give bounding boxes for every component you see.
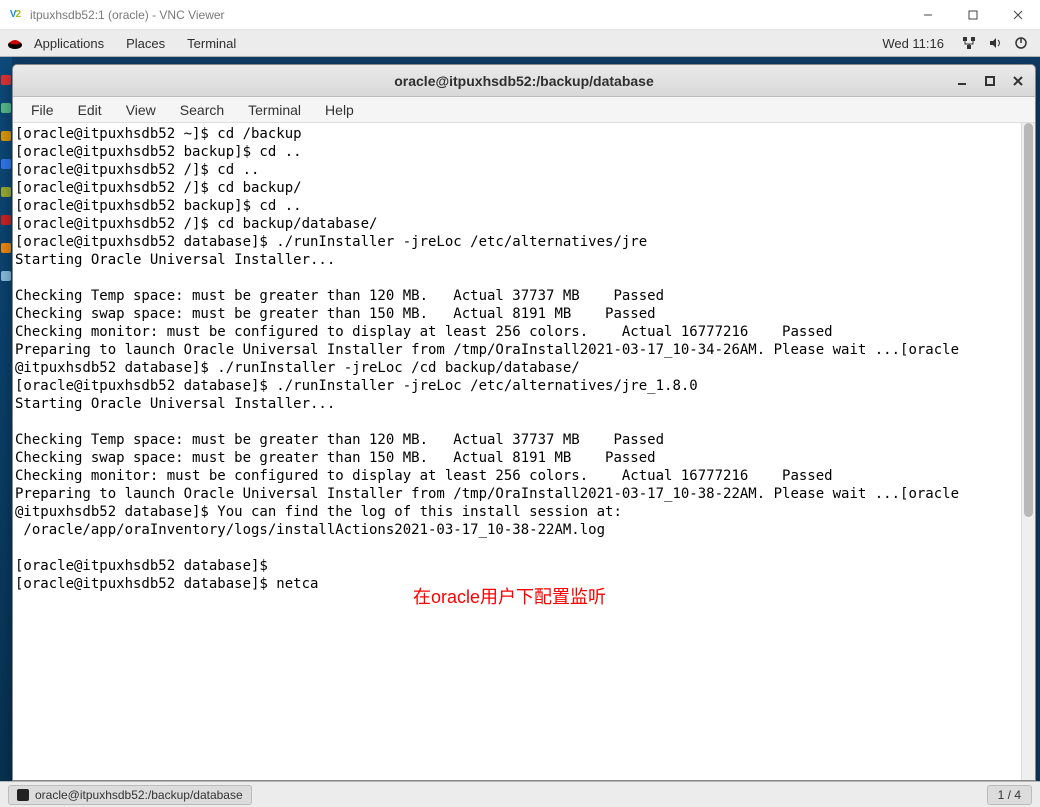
menu-terminal[interactable]: Terminal bbox=[187, 36, 236, 51]
vnc-window-title: itpuxhsdb52:1 (oracle) - VNC Viewer bbox=[30, 8, 225, 22]
vnc-maximize-button[interactable] bbox=[950, 0, 995, 30]
linux-desktop: Applications Places Terminal Wed 11:16 bbox=[0, 30, 1040, 807]
volume-icon[interactable] bbox=[986, 34, 1004, 52]
workspace-label: 1 / 4 bbox=[998, 788, 1021, 802]
workspace-indicator[interactable]: 1 / 4 bbox=[987, 785, 1032, 805]
vnc-viewer-window: V2 itpuxhsdb52:1 (oracle) - VNC Viewer A… bbox=[0, 0, 1040, 807]
terminal-window: oracle@itpuxhsdb52:/backup/database File… bbox=[12, 64, 1036, 781]
vnc-logo-icon: V2 bbox=[6, 6, 24, 24]
terminal-body[interactable]: [oracle@itpuxhsdb52 ~]$ cd /backup [orac… bbox=[13, 123, 1035, 780]
terminal-maximize-button[interactable] bbox=[979, 70, 1001, 92]
vnc-minimize-button[interactable] bbox=[905, 0, 950, 30]
terminal-window-controls bbox=[951, 65, 1029, 96]
taskbar-entry-label: oracle@itpuxhsdb52:/backup/database bbox=[35, 788, 243, 802]
terminal-menu-help[interactable]: Help bbox=[315, 100, 364, 120]
network-icon[interactable] bbox=[960, 34, 978, 52]
desktop-left-edge bbox=[0, 57, 12, 781]
terminal-menubar: File Edit View Search Terminal Help bbox=[13, 97, 1035, 123]
terminal-titlebar: oracle@itpuxhsdb52:/backup/database bbox=[13, 65, 1035, 97]
terminal-minimize-button[interactable] bbox=[951, 70, 973, 92]
clock[interactable]: Wed 11:16 bbox=[882, 36, 944, 51]
terminal-output[interactable]: [oracle@itpuxhsdb52 ~]$ cd /backup [orac… bbox=[13, 123, 1021, 780]
terminal-menu-file[interactable]: File bbox=[21, 100, 64, 120]
terminal-menu-terminal[interactable]: Terminal bbox=[238, 100, 311, 120]
gnome-bottom-panel: oracle@itpuxhsdb52:/backup/database 1 / … bbox=[0, 781, 1040, 807]
redhat-logo-icon bbox=[6, 34, 24, 52]
terminal-menu-view[interactable]: View bbox=[116, 100, 166, 120]
power-icon[interactable] bbox=[1012, 34, 1030, 52]
vnc-titlebar: V2 itpuxhsdb52:1 (oracle) - VNC Viewer bbox=[0, 0, 1040, 30]
terminal-scrollbar-thumb[interactable] bbox=[1024, 123, 1033, 517]
terminal-scrollbar[interactable] bbox=[1021, 123, 1035, 780]
gnome-top-bar: Applications Places Terminal Wed 11:16 bbox=[0, 30, 1040, 57]
terminal-menu-edit[interactable]: Edit bbox=[68, 100, 112, 120]
terminal-title: oracle@itpuxhsdb52:/backup/database bbox=[394, 73, 654, 89]
terminal-menu-search[interactable]: Search bbox=[170, 100, 234, 120]
menu-applications[interactable]: Applications bbox=[34, 36, 104, 51]
terminal-close-button[interactable] bbox=[1007, 70, 1029, 92]
vnc-window-controls bbox=[905, 0, 1040, 30]
menu-places[interactable]: Places bbox=[126, 36, 165, 51]
terminal-task-icon bbox=[17, 789, 29, 801]
vnc-close-button[interactable] bbox=[995, 0, 1040, 30]
taskbar-entry-terminal[interactable]: oracle@itpuxhsdb52:/backup/database bbox=[8, 785, 252, 805]
